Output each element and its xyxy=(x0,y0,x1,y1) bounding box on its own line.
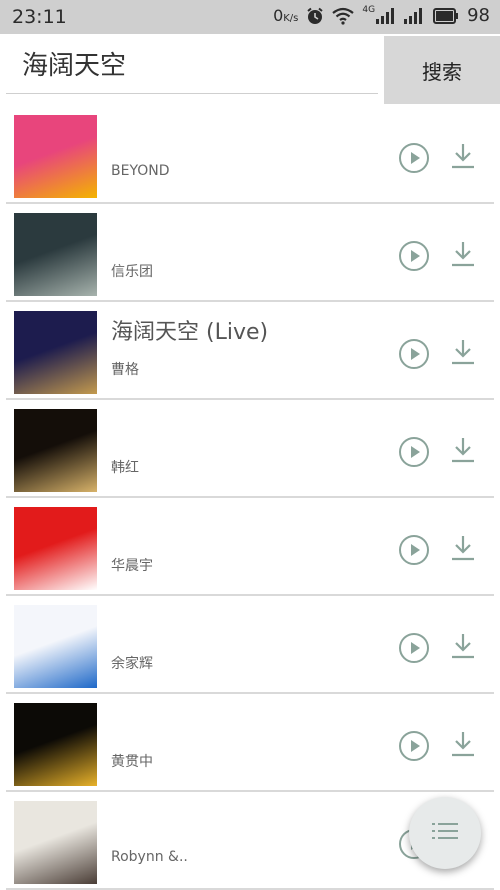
play-circle-icon xyxy=(399,437,429,467)
battery-icon xyxy=(433,7,459,24)
song-artist: 华晨宇 xyxy=(111,558,153,574)
playlist-fab[interactable] xyxy=(409,797,481,869)
play-button[interactable] xyxy=(398,240,430,272)
song-artist: 信乐团 xyxy=(111,264,153,280)
download-button[interactable] xyxy=(450,142,476,170)
song-row[interactable]: 黄贯中 xyxy=(6,694,494,792)
search-bar: 搜索 xyxy=(0,34,500,104)
download-button[interactable] xyxy=(450,730,476,758)
song-artist: 曹格 xyxy=(111,362,139,378)
song-artist: 余家辉 xyxy=(111,656,153,672)
song-artist: 黄贯中 xyxy=(111,754,153,770)
net-speed-unit: K/s xyxy=(283,13,299,24)
download-button[interactable] xyxy=(450,240,476,268)
play-button[interactable] xyxy=(398,338,430,370)
song-row[interactable]: 华晨宇 xyxy=(6,498,494,596)
album-cover xyxy=(14,605,97,688)
status-bar: 23:11 0K/s 4G 98 xyxy=(0,0,500,34)
download-icon xyxy=(452,438,474,463)
album-cover xyxy=(14,115,97,198)
status-icons: 0K/s 4G 98 xyxy=(273,4,490,27)
song-artist: 韩红 xyxy=(111,460,139,476)
album-cover xyxy=(14,507,97,590)
download-icon xyxy=(452,536,474,561)
song-row[interactable]: BEYOND xyxy=(6,106,494,204)
song-title: 海阔天空 (Live) xyxy=(111,320,269,345)
play-circle-icon xyxy=(399,535,429,565)
song-artist: Robynn &.. xyxy=(111,849,188,865)
play-button[interactable] xyxy=(398,534,430,566)
play-circle-icon xyxy=(399,241,429,271)
download-button[interactable] xyxy=(450,338,476,366)
play-button[interactable] xyxy=(398,142,430,174)
download-button[interactable] xyxy=(450,436,476,464)
play-circle-icon xyxy=(399,731,429,761)
download-button[interactable] xyxy=(450,632,476,660)
song-row[interactable]: 余家辉 xyxy=(6,596,494,694)
play-circle-icon xyxy=(399,143,429,173)
download-icon xyxy=(452,144,474,169)
mobile-signal-icon: 4G xyxy=(362,4,395,25)
album-cover xyxy=(14,213,97,296)
play-button[interactable] xyxy=(398,436,430,468)
download-icon xyxy=(452,732,474,757)
wifi-icon xyxy=(332,7,355,25)
search-button[interactable]: 搜索 xyxy=(384,36,500,104)
song-list: BEYOND 信乐团海阔天空 (Live) 曹格韩红华晨宇余家辉黄贯中 Robynn … xyxy=(0,106,500,890)
play-button[interactable] xyxy=(398,632,430,664)
album-cover xyxy=(14,801,97,884)
signal-bars-icon xyxy=(403,7,425,25)
album-cover xyxy=(14,311,97,394)
net-speed-value: 0 xyxy=(273,6,284,25)
song-row[interactable]: 韩红 xyxy=(6,400,494,498)
play-button[interactable] xyxy=(398,730,430,762)
search-input[interactable] xyxy=(6,34,378,94)
alarm-icon xyxy=(306,7,324,25)
album-cover xyxy=(14,703,97,786)
album-cover xyxy=(14,409,97,492)
download-icon xyxy=(452,340,474,365)
download-button[interactable] xyxy=(450,534,476,562)
play-circle-icon xyxy=(399,339,429,369)
status-time: 23:11 xyxy=(12,6,67,28)
song-row[interactable]: 信乐团 xyxy=(6,204,494,302)
song-row[interactable]: 海阔天空 (Live) 曹格 xyxy=(6,302,494,400)
net-speed: 0K/s xyxy=(273,6,298,25)
signal-type: 4G xyxy=(362,4,376,15)
play-circle-icon xyxy=(399,633,429,663)
song-artist: BEYOND xyxy=(111,163,170,179)
battery-level: 98 xyxy=(467,5,490,26)
list-menu-icon xyxy=(432,821,458,845)
download-icon xyxy=(452,634,474,659)
download-icon xyxy=(452,242,474,267)
